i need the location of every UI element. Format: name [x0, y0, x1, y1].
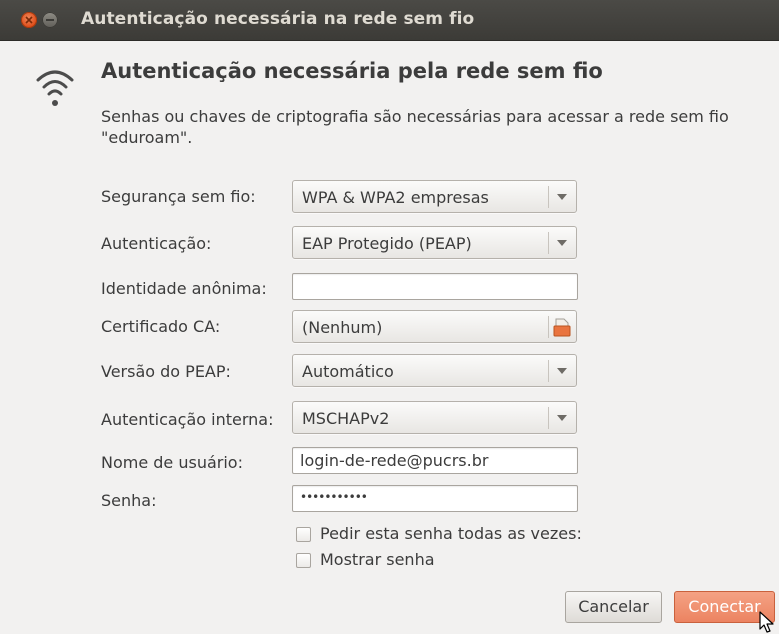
- minimize-icon[interactable]: [42, 12, 58, 28]
- cancel-button[interactable]: Cancelar: [565, 591, 662, 623]
- combo-separator: [548, 316, 549, 338]
- mouse-pointer-icon: [759, 611, 774, 633]
- peap-version-select[interactable]: Automático: [292, 354, 577, 387]
- show-password-checkbox[interactable]: [296, 553, 311, 568]
- combo-separator: [548, 360, 549, 382]
- combo-separator: [548, 186, 549, 208]
- title-bar[interactable]: Autenticação necessária na rede sem fio: [0, 0, 779, 41]
- inner-authentication-value: MSCHAPv2: [302, 409, 390, 428]
- wifi-icon: [36, 70, 74, 106]
- peap-version-label: Versão do PEAP:: [101, 362, 231, 381]
- ask-password-label[interactable]: Pedir esta senha todas as vezes:: [320, 524, 582, 543]
- wireless-security-label: Segurança sem fio:: [101, 187, 256, 206]
- folder-icon: [553, 318, 571, 337]
- combo-separator: [548, 407, 549, 429]
- wireless-security-select[interactable]: WPA & WPA2 empresas: [292, 180, 577, 213]
- password-value: •••••••••••: [300, 490, 368, 504]
- chevron-down-icon: [557, 240, 567, 246]
- peap-version-value: Automático: [302, 362, 394, 381]
- dialog-heading: Autenticação necessária pela rede sem fi…: [101, 59, 603, 83]
- username-label: Nome de usuário:: [101, 453, 243, 472]
- authentication-select[interactable]: EAP Protegido (PEAP): [292, 226, 577, 259]
- window-title: Autenticação necessária na rede sem fio: [81, 9, 475, 29]
- close-icon[interactable]: [21, 12, 37, 28]
- show-password-label[interactable]: Mostrar senha: [320, 550, 435, 569]
- ca-certificate-label: Certificado CA:: [101, 317, 221, 336]
- authentication-label: Autenticação:: [101, 234, 212, 253]
- anonymous-identity-input[interactable]: [292, 273, 578, 300]
- wifi-auth-dialog: Autenticação necessária na rede sem fio …: [0, 0, 779, 634]
- anonymous-identity-label: Identidade anônima:: [101, 279, 267, 298]
- inner-authentication-label: Autenticação interna:: [101, 410, 274, 429]
- inner-authentication-select[interactable]: MSCHAPv2: [292, 401, 577, 434]
- ask-password-checkbox[interactable]: [296, 527, 311, 542]
- authentication-value: EAP Protegido (PEAP): [302, 234, 472, 253]
- password-input[interactable]: •••••••••••: [292, 485, 578, 512]
- dialog-description: Senhas ou chaves de criptografia são nec…: [101, 107, 729, 147]
- ca-certificate-chooser[interactable]: (Nenhum): [292, 310, 577, 343]
- combo-separator: [548, 232, 549, 254]
- chevron-down-icon: [557, 194, 567, 200]
- username-value: login-de-rede@pucrs.br: [300, 451, 489, 470]
- ca-certificate-value: (Nenhum): [302, 318, 383, 337]
- password-label: Senha:: [101, 491, 157, 510]
- chevron-down-icon: [557, 415, 567, 421]
- chevron-down-icon: [557, 368, 567, 374]
- wireless-security-value: WPA & WPA2 empresas: [302, 188, 489, 207]
- username-input[interactable]: login-de-rede@pucrs.br: [292, 447, 578, 474]
